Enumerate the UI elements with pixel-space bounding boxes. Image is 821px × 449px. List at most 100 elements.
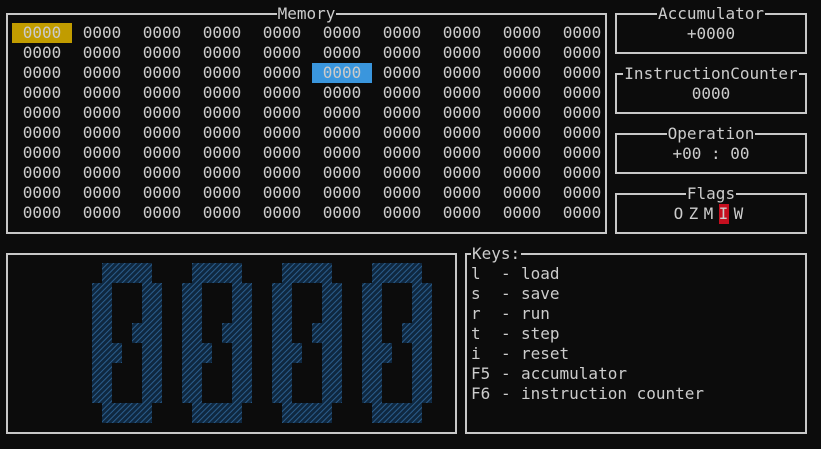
memory-cell[interactable]: 0000 [252,183,312,203]
memory-cell[interactable]: 0000 [132,143,192,163]
memory-cell[interactable]: 0000 [312,163,372,183]
memory-cell[interactable]: 0000 [252,203,312,223]
memory-cell[interactable]: 0000 [432,103,492,123]
memory-cell[interactable]: 0000 [72,103,132,123]
memory-cell[interactable]: 0000 [192,163,252,183]
memory-cell[interactable]: 0000 [312,203,372,223]
memory-cell[interactable]: 0000 [552,143,612,163]
memory-cell[interactable]: 0000 [132,83,192,103]
memory-cell[interactable]: 0000 [552,203,612,223]
memory-cell[interactable]: 0000 [312,183,372,203]
memory-cell[interactable]: 0000 [492,163,552,183]
memory-cell[interactable]: 0000 [372,143,432,163]
memory-cell[interactable]: 0000 [372,23,432,43]
memory-cell[interactable]: 0000 [12,23,72,43]
memory-cell[interactable]: 0000 [12,83,72,103]
memory-cell[interactable]: 0000 [492,23,552,43]
memory-cell[interactable]: 0000 [492,43,552,63]
memory-cell[interactable]: 0000 [552,83,612,103]
memory-cell[interactable]: 0000 [552,23,612,43]
memory-cell[interactable]: 0000 [192,83,252,103]
memory-cell[interactable]: 0000 [72,143,132,163]
memory-cell[interactable]: 0000 [372,43,432,63]
memory-cell[interactable]: 0000 [72,163,132,183]
memory-cell[interactable]: 0000 [432,163,492,183]
memory-cell[interactable]: 0000 [132,63,192,83]
memory-cell[interactable]: 0000 [192,43,252,63]
memory-cell[interactable]: 0000 [492,83,552,103]
memory-cell[interactable]: 0000 [372,123,432,143]
memory-cell[interactable]: 0000 [312,43,372,63]
memory-cell[interactable]: 0000 [252,63,312,83]
memory-cell[interactable]: 0000 [312,143,372,163]
memory-cell[interactable]: 0000 [12,63,72,83]
memory-cell[interactable]: 0000 [552,163,612,183]
memory-cell[interactable]: 0000 [312,23,372,43]
memory-cell[interactable]: 0000 [132,43,192,63]
memory-cell[interactable]: 0000 [312,63,372,83]
memory-cell[interactable]: 0000 [372,63,432,83]
memory-cell[interactable]: 0000 [432,143,492,163]
memory-cell[interactable]: 0000 [12,43,72,63]
memory-cell[interactable]: 0000 [492,143,552,163]
memory-cell[interactable]: 0000 [12,203,72,223]
memory-cell[interactable]: 0000 [492,183,552,203]
memory-cell[interactable]: 0000 [72,23,132,43]
memory-cell[interactable]: 0000 [132,163,192,183]
memory-cell[interactable]: 0000 [432,43,492,63]
memory-cell[interactable]: 0000 [12,163,72,183]
memory-cell[interactable]: 0000 [252,103,312,123]
memory-cell[interactable]: 0000 [252,123,312,143]
memory-cell[interactable]: 0000 [492,203,552,223]
memory-cell[interactable]: 0000 [72,63,132,83]
memory-cell[interactable]: 0000 [492,123,552,143]
memory-cell[interactable]: 0000 [12,183,72,203]
memory-cell[interactable]: 0000 [552,43,612,63]
memory-cell[interactable]: 0000 [432,203,492,223]
memory-cell[interactable]: 0000 [192,143,252,163]
memory-cell[interactable]: 0000 [72,203,132,223]
memory-cell[interactable]: 0000 [552,123,612,143]
memory-cell[interactable]: 0000 [12,123,72,143]
memory-cell[interactable]: 0000 [492,103,552,123]
memory-cell[interactable]: 0000 [252,163,312,183]
memory-cell[interactable]: 0000 [72,43,132,63]
memory-cell[interactable]: 0000 [312,103,372,123]
memory-cell[interactable]: 0000 [552,103,612,123]
memory-cell[interactable]: 0000 [432,183,492,203]
memory-cell[interactable]: 0000 [372,103,432,123]
memory-cell[interactable]: 0000 [372,163,432,183]
memory-cell[interactable]: 0000 [132,103,192,123]
memory-cell[interactable]: 0000 [72,183,132,203]
memory-cell[interactable]: 0000 [72,83,132,103]
memory-cell[interactable]: 0000 [552,183,612,203]
memory-cell[interactable]: 0000 [252,83,312,103]
memory-cell[interactable]: 0000 [372,203,432,223]
memory-cell[interactable]: 0000 [192,123,252,143]
memory-cell[interactable]: 0000 [432,63,492,83]
memory-cell[interactable]: 0000 [192,103,252,123]
memory-cell[interactable]: 0000 [432,23,492,43]
memory-cell[interactable]: 0000 [192,63,252,83]
memory-cell[interactable]: 0000 [372,183,432,203]
memory-cell[interactable]: 0000 [252,43,312,63]
memory-cell[interactable]: 0000 [12,143,72,163]
memory-cell[interactable]: 0000 [252,23,312,43]
memory-cell[interactable]: 0000 [132,123,192,143]
memory-cell[interactable]: 0000 [192,203,252,223]
memory-cell[interactable]: 0000 [372,83,432,103]
memory-cell[interactable]: 0000 [432,123,492,143]
memory-cell[interactable]: 0000 [492,63,552,83]
memory-cell[interactable]: 0000 [312,83,372,103]
memory-cell[interactable]: 0000 [132,23,192,43]
memory-cell[interactable]: 0000 [192,23,252,43]
memory-cell[interactable]: 0000 [132,183,192,203]
memory-cell[interactable]: 0000 [252,143,312,163]
memory-cell[interactable]: 0000 [12,103,72,123]
memory-cell[interactable]: 0000 [552,63,612,83]
memory-cell[interactable]: 0000 [432,83,492,103]
memory-cell[interactable]: 0000 [192,183,252,203]
memory-cell[interactable]: 0000 [72,123,132,143]
memory-cell[interactable]: 0000 [132,203,192,223]
memory-cell[interactable]: 0000 [312,123,372,143]
